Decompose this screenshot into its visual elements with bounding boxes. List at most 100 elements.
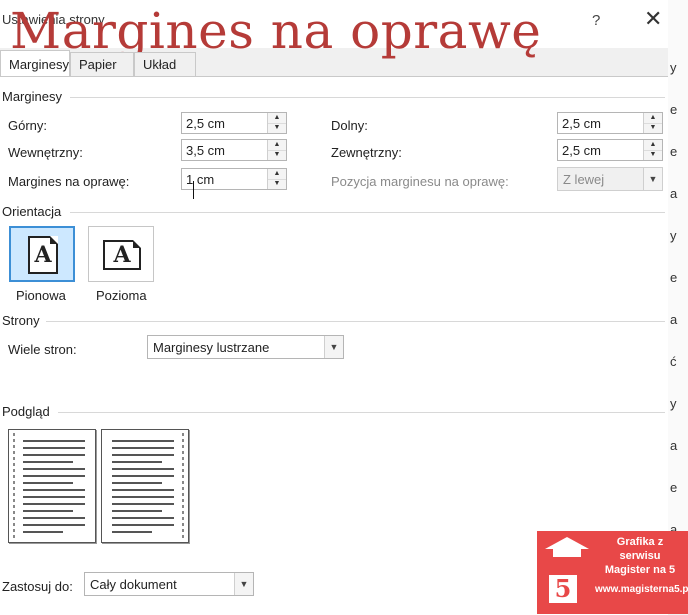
badge-line-1: Grafika z serwisu — [616, 536, 664, 562]
preview-text-line — [112, 489, 174, 491]
tab-margins[interactable]: Marginesy — [0, 50, 70, 76]
preview-text-line — [23, 440, 85, 442]
preview-text-line — [23, 461, 73, 463]
background-text-char: e — [670, 144, 678, 159]
preview-text-line — [112, 454, 174, 456]
multiple-pages-select[interactable]: Marginesy lustrzane ▼ — [147, 335, 344, 359]
inner-margin-spinner[interactable]: 3,5 cm ▲ ▼ — [181, 139, 287, 161]
multiple-pages-value: Marginesy lustrzane — [153, 340, 270, 355]
preview-text-line — [23, 447, 85, 449]
preview-text-line — [23, 503, 85, 505]
background-text-char: e — [670, 102, 678, 117]
spin-down-icon[interactable]: ▼ — [268, 179, 286, 189]
preview-text-line — [23, 496, 85, 498]
preview-page-right — [101, 429, 189, 543]
preview-text-line — [23, 524, 85, 526]
bottom-margin-label: Dolny: — [331, 118, 368, 133]
chevron-down-icon: ▼ — [234, 573, 253, 595]
multiple-pages-label: Wiele stron: — [8, 342, 77, 357]
background-text-char: y — [670, 228, 677, 243]
gutter-indicator — [182, 433, 184, 539]
apply-to-label: Zastosuj do: — [2, 579, 73, 594]
gutter-indicator — [13, 433, 15, 539]
top-margin-spinner[interactable]: 2,5 cm ▲ ▼ — [181, 112, 287, 134]
dialog-titlebar: Ustawienia strony Margines na oprawę ? ✕ — [0, 0, 668, 60]
background-text-char: ć — [670, 354, 677, 369]
spin-down-icon[interactable]: ▼ — [644, 150, 662, 160]
help-button[interactable]: ? — [592, 12, 600, 29]
preview-text-line — [23, 468, 85, 470]
bottom-margin-spinner[interactable]: 2,5 cm ▲ ▼ — [557, 112, 663, 134]
badge-site: www.magisterna5.pl — [595, 584, 688, 595]
tab-paper[interactable]: Papier — [70, 52, 134, 76]
background-document-strip: yeeayeaćyaeay — [668, 0, 688, 614]
watermark-badge: 5 Grafika z serwisu Magister na 5 www.ma… — [537, 531, 688, 614]
preview-text-line — [112, 503, 174, 505]
tab-layout[interactable]: Układ — [134, 52, 196, 76]
gutter-margin-value: 1 cm — [186, 172, 215, 187]
gutter-position-label: Pozycja marginesu na oprawę: — [331, 174, 509, 189]
bottom-margin-value: 2,5 cm — [562, 116, 602, 131]
graduation-cap-base — [553, 549, 581, 557]
apply-to-select[interactable]: Cały dokument ▼ — [84, 572, 254, 596]
preview-text-line — [112, 531, 152, 533]
preview-text-line — [23, 454, 85, 456]
background-text-char: e — [670, 270, 678, 285]
background-text-char: y — [670, 396, 677, 411]
landscape-label: Pozioma — [96, 288, 147, 303]
text-cursor-icon — [193, 181, 194, 199]
preview-text-line — [112, 468, 174, 470]
top-margin-label: Górny: — [8, 118, 48, 133]
inner-margin-label: Wewnętrzny: — [8, 145, 83, 160]
outer-margin-label: Zewnętrzny: — [331, 145, 402, 160]
portrait-page-icon: A — [28, 236, 58, 274]
gutter-position-select[interactable]: Z lewej ▼ — [557, 167, 663, 191]
landscape-page-icon: A — [103, 240, 141, 270]
preview-text-line — [23, 510, 73, 512]
preview-text-line — [23, 489, 85, 491]
gutter-position-value: Z lewej — [563, 172, 605, 187]
graduation-cap-icon — [545, 537, 589, 549]
outer-margin-value: 2,5 cm — [562, 143, 602, 158]
close-icon[interactable]: ✕ — [644, 8, 662, 30]
preview-text-line — [23, 517, 85, 519]
inner-margin-value: 3,5 cm — [186, 143, 226, 158]
background-text-char: a — [670, 312, 678, 327]
chevron-down-icon: ▼ — [324, 336, 343, 358]
preview-page-left — [8, 429, 96, 543]
divider — [70, 212, 665, 213]
preview-text-line — [23, 482, 73, 484]
background-text-char: y — [670, 60, 677, 75]
preview-text-line — [112, 524, 174, 526]
landscape-button[interactable]: A — [88, 226, 154, 282]
section-title-orientation: Orientacja — [2, 204, 62, 219]
section-title-pages: Strony — [2, 313, 40, 328]
badge-text: Grafika z serwisu Magister na 5 — [595, 535, 685, 577]
divider — [46, 321, 665, 322]
top-margin-value: 2,5 cm — [186, 116, 226, 131]
spin-down-icon[interactable]: ▼ — [268, 123, 286, 133]
preview-text-line — [112, 440, 174, 442]
background-text-char: a — [670, 186, 678, 201]
divider — [58, 412, 665, 413]
outer-margin-spinner[interactable]: 2,5 cm ▲ ▼ — [557, 139, 663, 161]
spin-down-icon[interactable]: ▼ — [644, 123, 662, 133]
gutter-margin-label: Margines na oprawę: — [8, 174, 130, 189]
section-title-margins: Marginesy — [2, 89, 62, 104]
preview-text-line — [112, 482, 162, 484]
preview-text-line — [23, 475, 85, 477]
preview-text-line — [112, 496, 174, 498]
preview-text-line — [112, 461, 162, 463]
portrait-label: Pionowa — [16, 288, 66, 303]
portrait-button[interactable]: A — [9, 226, 75, 282]
preview-text-line — [112, 475, 174, 477]
chevron-down-icon: ▼ — [643, 168, 662, 190]
preview-text-line — [112, 517, 174, 519]
gutter-margin-spinner[interactable]: 1 cm ▲ ▼ — [181, 168, 287, 190]
preview-text-line — [112, 447, 174, 449]
background-text-char: e — [670, 480, 678, 495]
section-title-preview: Podgląd — [2, 404, 50, 419]
apply-to-value: Cały dokument — [90, 577, 177, 592]
spin-down-icon[interactable]: ▼ — [268, 150, 286, 160]
preview-text-line — [112, 510, 162, 512]
